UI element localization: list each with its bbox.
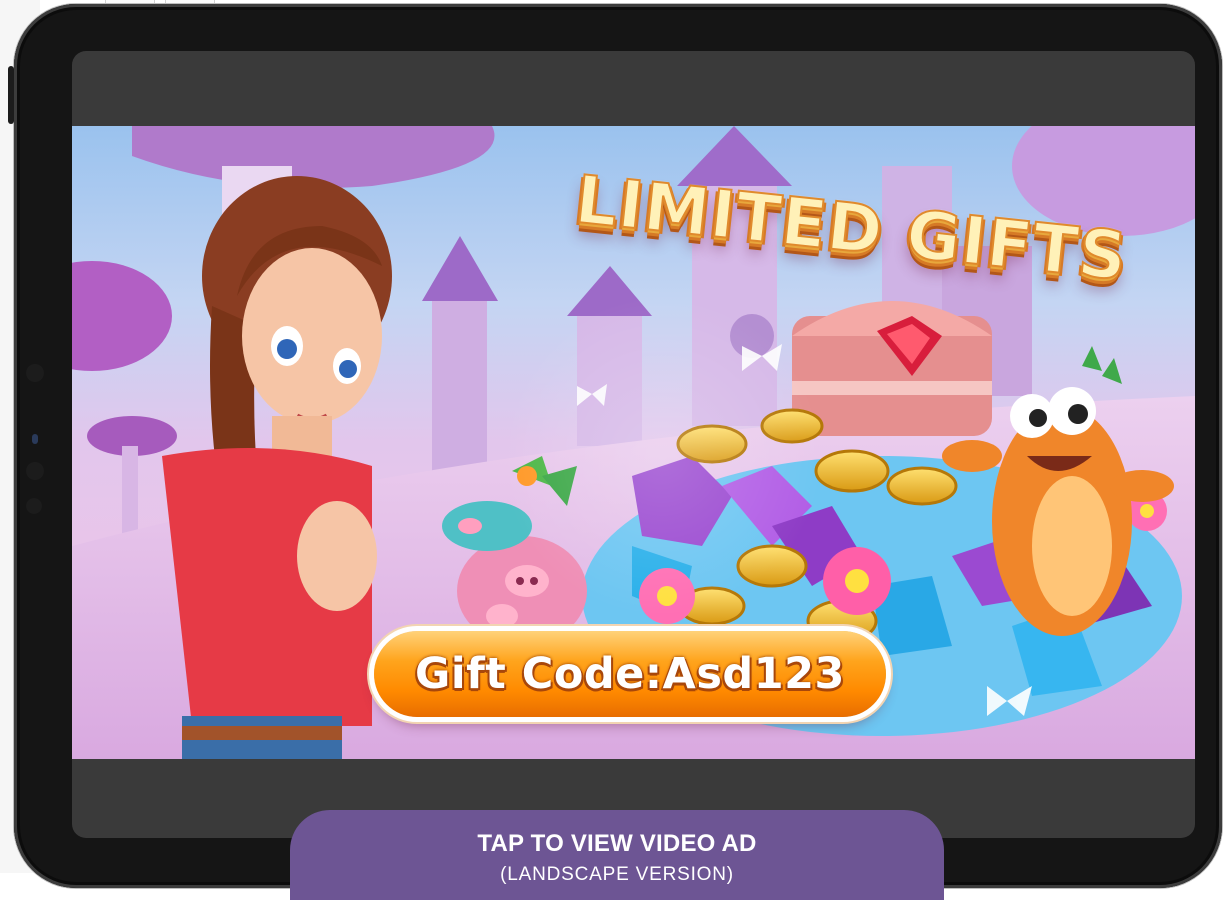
gift-code-text: Gift Code:Asd123 <box>415 649 845 699</box>
tablet-device-frame: LIMITED GIFTS Gift Code:Asd123 <box>14 4 1222 888</box>
side-speaker-dot-lower <box>26 498 42 514</box>
mushroom-small-left-icon <box>72 261 177 536</box>
side-button-small <box>32 434 38 444</box>
game-ad-artwork[interactable]: LIMITED GIFTS Gift Code:Asd123 <box>72 126 1195 759</box>
tablet-screen: LIMITED GIFTS Gift Code:Asd123 <box>72 51 1195 838</box>
gift-code-banner: Gift Code:Asd123 <box>374 631 886 717</box>
cta-title: TAP TO VIEW VIDEO AD <box>477 830 757 857</box>
side-button-top <box>8 66 14 124</box>
side-camera-dot <box>26 364 44 382</box>
view-video-ad-button[interactable]: TAP TO VIEW VIDEO AD (LANDSCAPE VERSION) <box>290 810 944 900</box>
cta-subtitle: (LANDSCAPE VERSION) <box>500 864 734 885</box>
girl-character-icon <box>162 176 392 759</box>
side-speaker-dot <box>26 462 44 480</box>
